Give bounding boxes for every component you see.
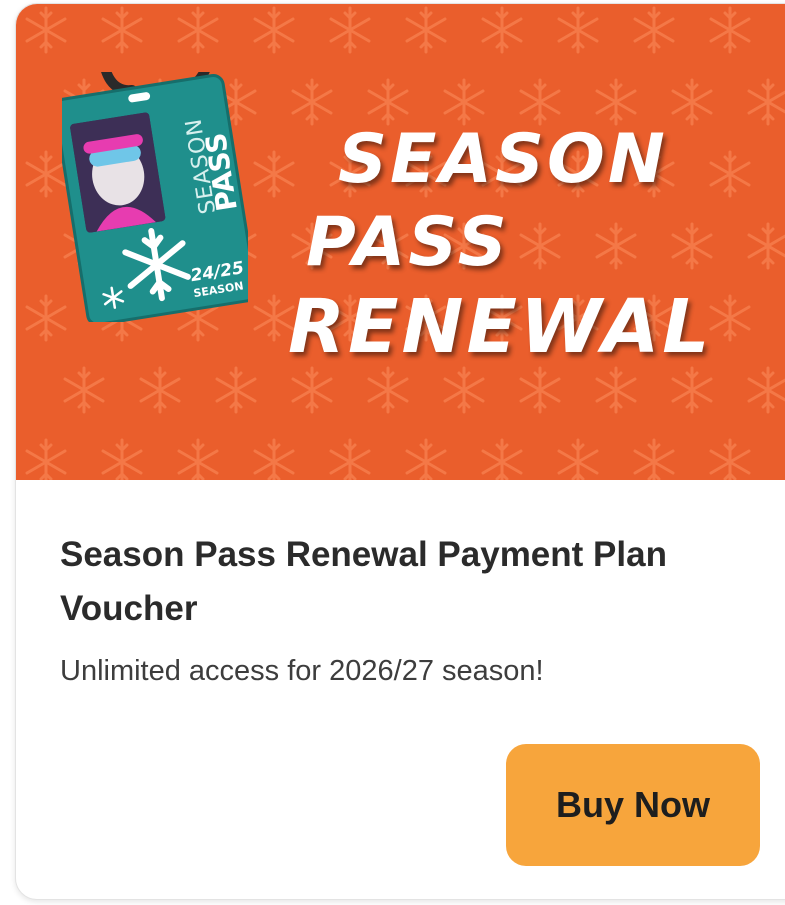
product-subtitle: Unlimited access for 2026/27 season! <box>60 655 544 687</box>
product-details: Season Pass Renewal Payment Plan Voucher… <box>16 480 785 899</box>
product-banner-image: SEASON PASS 24/25 SEASON SEASON PASS REN… <box>16 4 785 480</box>
product-title[interactable]: Season Pass Renewal Payment Plan Voucher <box>60 528 760 636</box>
product-card[interactable]: SEASON PASS 24/25 SEASON SEASON PASS REN… <box>15 3 785 900</box>
banner-headline-line3: RENEWAL <box>288 284 713 370</box>
banner-headline-line1: SEASON <box>338 120 668 199</box>
buy-now-button[interactable]: Buy Now <box>506 744 760 866</box>
banner-headline-line2: PASS <box>306 203 510 282</box>
banner-headline: SEASON PASS RENEWAL <box>16 4 785 480</box>
